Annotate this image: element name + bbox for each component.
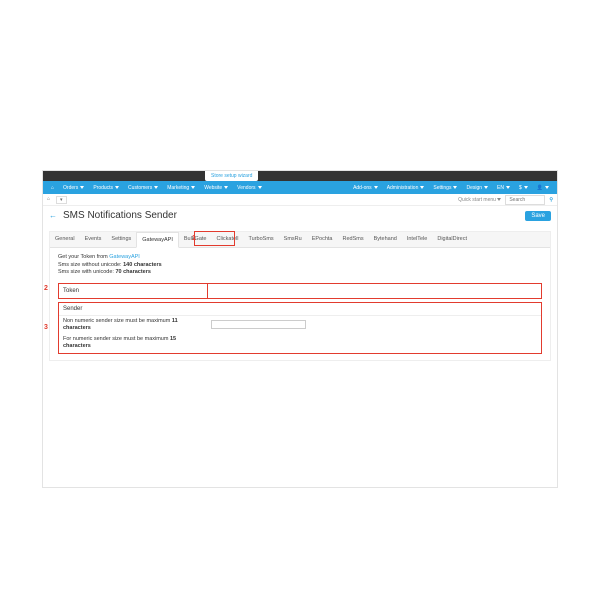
- sender-input[interactable]: [211, 320, 306, 329]
- tab-digitaldirect[interactable]: DigitalDirect: [432, 232, 472, 247]
- tab-clickatell[interactable]: Clickatell: [211, 232, 243, 247]
- menu-currency[interactable]: $: [515, 185, 532, 191]
- settings-panel: GeneralEventsSettingsGatewayAPIBulkGateC…: [49, 231, 551, 361]
- tab-events[interactable]: Events: [80, 232, 107, 247]
- tab-gatewayapi[interactable]: GatewayAPI: [136, 232, 179, 248]
- menu-marketing[interactable]: Marketing: [163, 185, 199, 191]
- search-input[interactable]: [505, 195, 545, 205]
- tab-inteltele[interactable]: IntelTele: [402, 232, 433, 247]
- callout-number-3: 3: [44, 324, 48, 331]
- tab-general[interactable]: General: [50, 232, 80, 247]
- token-section: Token: [58, 283, 542, 299]
- tab-redsms[interactable]: RedSms: [338, 232, 369, 247]
- home-icon[interactable]: ⌂: [47, 185, 58, 191]
- menu-vendors[interactable]: Vendors: [233, 185, 265, 191]
- breadcrumb-home-icon[interactable]: ⌂: [47, 196, 50, 204]
- sender-hint-nonnumeric: Non numeric sender size must be maximum …: [59, 316, 207, 334]
- menu-design[interactable]: Design: [462, 185, 492, 191]
- store-setup-wizard-tab[interactable]: Store setup wizard: [205, 171, 258, 181]
- search-icon[interactable]: ⚲: [549, 197, 553, 203]
- menu-settings[interactable]: Settings: [429, 185, 461, 191]
- info-text: Get your Token from GatewayAPI Sms size …: [58, 254, 542, 277]
- menu-products[interactable]: Products: [89, 185, 123, 191]
- breadcrumb-dropdown[interactable]: ▾: [56, 196, 67, 204]
- tab-epochta[interactable]: EPochta: [307, 232, 338, 247]
- menu-customers[interactable]: Customers: [124, 185, 162, 191]
- menu-orders[interactable]: Orders: [59, 185, 88, 191]
- user-icon[interactable]: 👤: [533, 185, 553, 191]
- menu-website[interactable]: Website: [200, 185, 232, 191]
- sender-hint-numeric: For numeric sender size must be maximum …: [59, 334, 207, 352]
- callout-number-2: 2: [44, 285, 48, 292]
- menu-language[interactable]: EN: [493, 185, 514, 191]
- quick-start-menu[interactable]: Quick start menu: [458, 197, 501, 203]
- gatewayapi-link[interactable]: GatewayAPI: [109, 254, 140, 260]
- provider-tabs: GeneralEventsSettingsGatewayAPIBulkGateC…: [50, 232, 550, 248]
- tab-bytehand[interactable]: Bytehand: [369, 232, 402, 247]
- token-label: Token: [59, 285, 207, 297]
- tab-turbosms[interactable]: TurboSms: [244, 232, 279, 247]
- sender-label: Sender: [59, 303, 541, 316]
- menu-administration[interactable]: Administration: [383, 185, 429, 191]
- save-button[interactable]: Save: [525, 211, 551, 221]
- main-menu-bar: ⌂ Orders Products Customers Marketing We…: [43, 181, 557, 194]
- sender-section: Sender Non numeric sender size must be m…: [58, 302, 542, 354]
- back-icon[interactable]: ←: [49, 211, 57, 220]
- tab-settings[interactable]: Settings: [106, 232, 136, 247]
- callout-number-1: 1: [192, 235, 196, 242]
- page-title: SMS Notifications Sender: [63, 210, 177, 221]
- menu-addons[interactable]: Add-ons: [349, 185, 382, 191]
- sub-toolbar: ⌂ ▾ Quick start menu ⚲: [43, 194, 557, 206]
- window-topbar: Store setup wizard: [43, 171, 557, 181]
- tab-smsru[interactable]: SmsRu: [279, 232, 307, 247]
